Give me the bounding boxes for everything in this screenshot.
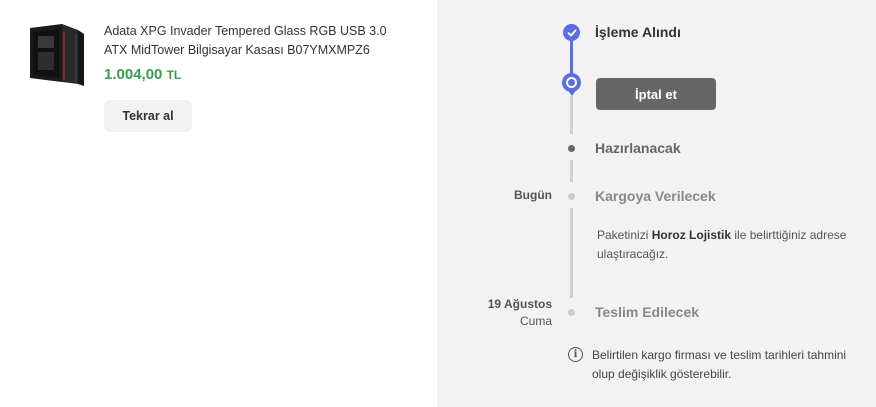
rebuy-button[interactable]: Tekrar al: [104, 100, 192, 132]
timeline-line: [570, 160, 573, 182]
carrier-name: Horoz Lojistik: [651, 228, 732, 242]
product-price: 1.004,00 TL: [104, 66, 181, 83]
price-value: 1.004,00: [104, 66, 163, 83]
step-dot-icon: [568, 145, 575, 152]
step-label-preparing: Hazırlanacak: [595, 140, 681, 156]
cancel-order-button[interactable]: İptal et: [596, 78, 716, 110]
step-label-processed: İşleme Alındı: [595, 24, 681, 40]
timeline-line: [570, 96, 573, 134]
order-item-panel: Adata XPG Invader Tempered Glass RGB USB…: [0, 0, 437, 407]
step-dot-icon: [568, 309, 575, 316]
step-dot-icon: [568, 193, 575, 200]
disclaimer-text: Belirtilen kargo firması ve teslim tarih…: [592, 348, 847, 381]
pc-case-image[interactable]: [24, 22, 88, 88]
step-label-delivery: Teslim Edilecek: [595, 304, 700, 320]
shipping-note: Paketinizi Horoz Lojistik ile belirttiği…: [597, 228, 847, 261]
timeline-line: [570, 208, 573, 298]
timeline-line-done: [570, 40, 573, 76]
step-date-today: Bugün: [514, 188, 552, 202]
check-icon: [563, 24, 580, 41]
step-date-delivery: 19 Ağustos Cuma: [487, 297, 552, 328]
price-currency: TL: [166, 68, 182, 82]
step-label-shipping: Kargoya Verilecek: [595, 188, 716, 204]
info-icon: i: [568, 347, 583, 362]
product-title[interactable]: Adata XPG Invader Tempered Glass RGB USB…: [104, 22, 404, 60]
current-step-pointer-icon: [567, 89, 577, 96]
